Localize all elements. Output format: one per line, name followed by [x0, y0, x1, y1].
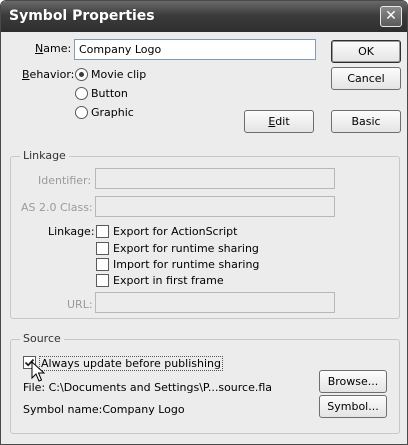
as2-class-label: AS 2.0 Class:	[21, 201, 93, 214]
import-runtime-sharing-label: Import for runtime sharing	[113, 258, 260, 271]
ok-button[interactable]: OK	[331, 40, 401, 63]
behavior-graphic-label: Graphic	[91, 106, 134, 119]
cancel-button[interactable]: Cancel	[331, 67, 401, 90]
behavior-button-label: Button	[91, 87, 128, 100]
export-first-frame-label: Export in first frame	[113, 274, 224, 287]
name-input[interactable]: Company Logo	[74, 39, 316, 60]
behavior-graphic-radio[interactable]	[75, 106, 88, 119]
symbol-properties-dialog: Symbol Properties ✕ Name: Company Logo B…	[0, 0, 408, 445]
dialog-title: Symbol Properties	[9, 8, 155, 24]
behavior-movie-clip-label: Movie clip	[91, 68, 147, 81]
export-first-frame-checkbox[interactable]	[96, 274, 109, 287]
export-actionscript-label: Export for ActionScript	[113, 225, 238, 238]
url-label: URL:	[67, 298, 93, 311]
radio-selected-dot	[79, 72, 84, 77]
always-update-label: Always update before publishing	[39, 356, 223, 371]
export-runtime-sharing-checkbox[interactable]	[96, 242, 109, 255]
linkage-group-title: Linkage	[20, 149, 69, 162]
behavior-label: Behavior:	[22, 68, 75, 81]
as2-class-input[interactable]	[95, 196, 335, 217]
linkage-options-label: Linkage:	[48, 225, 95, 238]
import-runtime-sharing-checkbox[interactable]	[96, 258, 109, 271]
export-runtime-sharing-label: Export for runtime sharing	[113, 242, 259, 255]
title-bar: Symbol Properties ✕	[1, 1, 407, 32]
source-group-title: Source	[20, 332, 64, 345]
identifier-input[interactable]	[95, 168, 335, 189]
close-icon: ✕	[385, 8, 397, 24]
mouse-pointer-icon	[31, 361, 45, 382]
behavior-movie-clip-radio[interactable]	[75, 68, 88, 81]
source-symbol-name: Symbol name:Company Logo	[23, 403, 185, 416]
edit-button[interactable]: Edit	[244, 110, 314, 133]
close-button[interactable]: ✕	[380, 6, 402, 27]
basic-button[interactable]: Basic	[331, 110, 401, 133]
behavior-button-radio[interactable]	[75, 87, 88, 100]
browse-button[interactable]: Browse...	[319, 370, 387, 393]
url-input[interactable]	[95, 292, 335, 313]
source-file-path: File: C:\Documents and Settings\P...sour…	[23, 381, 273, 394]
symbol-button[interactable]: Symbol...	[319, 395, 387, 418]
export-actionscript-checkbox[interactable]	[96, 225, 109, 238]
name-label: Name:	[35, 42, 72, 55]
identifier-label: Identifier:	[38, 174, 92, 187]
